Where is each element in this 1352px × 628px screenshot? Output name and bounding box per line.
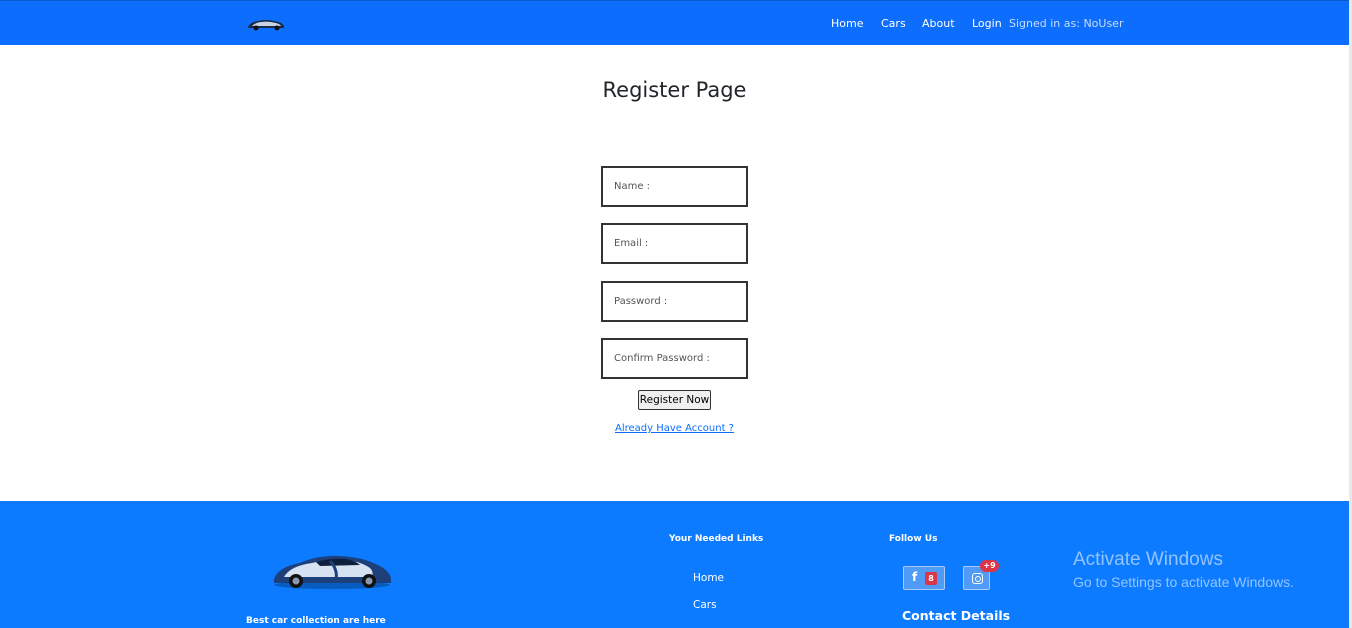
nav-home-link[interactable]: Home [831, 17, 863, 30]
activation-watermark-subtitle: Go to Settings to activate Windows. [1073, 574, 1294, 590]
name-input[interactable] [601, 166, 748, 207]
signed-in-status: Signed in as: NoUser [1009, 17, 1124, 30]
car-logo-icon[interactable] [246, 16, 286, 32]
follow-us-heading: Follow Us [889, 534, 938, 544]
activation-watermark-title: Activate Windows [1073, 549, 1223, 570]
instagram-icon [972, 573, 983, 584]
facebook-badge: 8 [925, 572, 937, 585]
confirm-password-input[interactable] [601, 338, 748, 379]
nav-cars-link[interactable]: Cars [881, 17, 906, 30]
navbar: Home Cars About Login Signed in as: NoUs… [0, 0, 1349, 45]
nav-about-link[interactable]: About [922, 17, 955, 30]
footer-home-link[interactable]: Home [693, 572, 724, 584]
facebook-button[interactable]: f 8 [903, 566, 945, 590]
email-input[interactable] [601, 223, 748, 264]
register-now-button[interactable]: Register Now [638, 390, 711, 410]
sports-car-icon [274, 555, 391, 589]
links-heading: Your Needed Links [669, 534, 764, 544]
instagram-badge: +9 [980, 560, 999, 572]
facebook-icon: f [912, 570, 918, 584]
contact-details-heading: Contact Details [902, 608, 1011, 623]
nav-login-link[interactable]: Login [972, 17, 1002, 30]
page-title: Register Page [602, 78, 747, 102]
password-input[interactable] [601, 281, 748, 322]
already-have-account-link[interactable]: Already Have Account ? [0, 423, 1349, 434]
footer-tagline: Best car collection are here [246, 616, 386, 626]
footer-cars-link[interactable]: Cars [693, 599, 717, 611]
page: Home Cars About Login Signed in as: NoUs… [0, 0, 1352, 628]
